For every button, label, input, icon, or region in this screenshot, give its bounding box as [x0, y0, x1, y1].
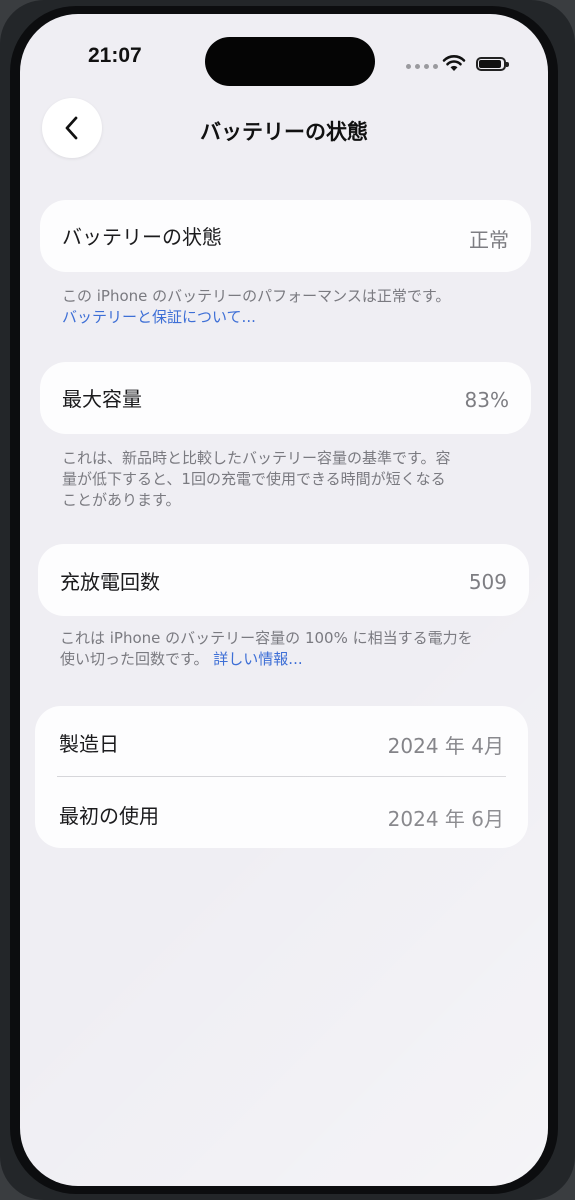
max-capacity-card: 最大容量 83% [40, 362, 531, 434]
battery-icon [476, 57, 509, 71]
status-time: 21:07 [88, 44, 142, 67]
battery-health-note-text: この iPhone のバッテリーのパフォーマンスは正常です。 [62, 287, 451, 305]
cycle-count-note: これは iPhone のバッテリー容量の 100% に相当する電力を 使い切った… [60, 628, 525, 670]
first-use-label: 最初の使用 [59, 804, 159, 828]
dynamic-island [205, 37, 375, 86]
battery-health-value: 正常 [469, 228, 509, 252]
battery-health-card: バッテリーの状態 正常 [40, 200, 531, 272]
max-capacity-note: これは、新品時と比較したバッテリー容量の基準です。容 量が低下すると、1回の充電… [62, 448, 527, 511]
manufacture-date-label: 製造日 [59, 732, 119, 756]
cellular-signal-icon [406, 64, 438, 69]
max-capacity-note-line: 量が低下すると、1回の充電で使用できる時間が短くなる [62, 470, 446, 488]
battery-health-note: この iPhone のバッテリーのパフォーマンスは正常です。 バッテリーと保証に… [62, 286, 522, 328]
max-capacity-label: 最大容量 [62, 387, 142, 411]
cycle-count-label: 充放電回数 [60, 570, 160, 594]
phone-frame: 21:07 バッテリーの状態 バッテリーの状態 正常 この iPhone のバッ… [0, 0, 575, 1200]
cycle-count-value: 509 [468, 570, 507, 594]
cycle-count-note-line: これは iPhone のバッテリー容量の 100% に相当する電力を [60, 629, 473, 647]
cycle-count-note-line: 使い切った回数です。 [60, 650, 209, 668]
max-capacity-value: 83% [464, 388, 509, 412]
cycle-count-card: 充放電回数 509 [38, 544, 529, 616]
max-capacity-note-line: これは、新品時と比較したバッテリー容量の基準です。容 [62, 449, 451, 467]
battery-warranty-link[interactable]: バッテリーと保証について... [62, 308, 256, 326]
manufacture-date-value: 2024 年 4月 [387, 734, 504, 758]
battery-health-label: バッテリーの状態 [62, 225, 222, 249]
page-title: バッテリーの状態 [200, 120, 368, 144]
max-capacity-note-line: ことがあります。 [62, 491, 181, 509]
screen: 21:07 バッテリーの状態 バッテリーの状態 正常 この iPhone のバッ… [20, 14, 548, 1186]
first-use-value: 2024 年 6月 [387, 807, 504, 831]
wifi-icon [442, 55, 466, 71]
row-divider [57, 776, 506, 777]
dates-card: 製造日 2024 年 4月 最初の使用 2024 年 6月 [35, 706, 528, 848]
more-info-link[interactable]: 詳しい情報... [213, 650, 302, 668]
